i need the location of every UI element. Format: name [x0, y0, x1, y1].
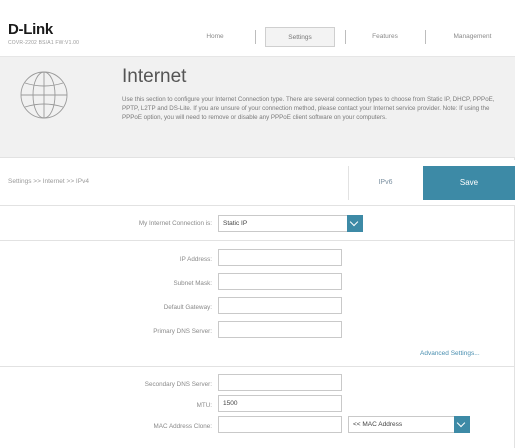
chevron-down-icon[interactable] — [454, 416, 470, 433]
save-button[interactable]: Save — [423, 166, 515, 200]
subnet-mask-input[interactable] — [218, 273, 342, 290]
secondary-dns-input[interactable] — [218, 374, 342, 391]
section-divider — [0, 366, 515, 367]
page-banner: Internet Use this section to configure y… — [0, 57, 515, 158]
mac-clone-label: MAC Address Clone: — [153, 423, 212, 430]
section-divider — [0, 240, 515, 241]
mtu-input[interactable]: 1500 — [218, 395, 342, 412]
nav-settings[interactable]: Settings — [265, 27, 335, 47]
connection-type-value: Static IP — [223, 220, 248, 227]
mac-clone-input[interactable] — [218, 416, 342, 433]
mac-address-select-value: << MAC Address — [353, 421, 403, 428]
model-info: COVR-2202 BS/A1 FW:V1.00 — [8, 40, 80, 46]
primary-dns-label: Primary DNS Server: — [153, 328, 212, 335]
nav-divider — [345, 30, 346, 44]
default-gateway-label: Default Gateway: — [163, 304, 212, 311]
connection-type-select[interactable]: Static IP — [218, 215, 363, 232]
breadcrumb-bar: Settings >> Internet >> IPv4 IPv6 Save — [0, 160, 515, 206]
ip-address-input[interactable] — [218, 249, 342, 266]
breadcrumb: Settings >> Internet >> IPv4 — [8, 178, 89, 185]
mac-address-select[interactable]: << MAC Address — [348, 416, 470, 433]
nav-divider — [425, 30, 426, 44]
nav-management[interactable]: Management — [435, 27, 510, 47]
nav-home[interactable]: Home — [180, 27, 250, 47]
ip-address-label: IP Address: — [179, 256, 212, 263]
chevron-down-icon[interactable] — [347, 215, 363, 232]
connection-type-label: My Internet Connection is: — [138, 220, 212, 227]
default-gateway-input[interactable] — [218, 297, 342, 314]
page-title: Internet — [122, 66, 187, 87]
advanced-settings-link[interactable]: Advanced Settings... — [420, 350, 480, 357]
logo: D-Link — [8, 21, 53, 38]
globe-icon — [20, 71, 68, 119]
page: D-Link COVR-2202 BS/A1 FW:V1.00 Home Set… — [0, 0, 515, 448]
main-nav: Home Settings Features Management — [180, 27, 510, 47]
nav-features[interactable]: Features — [350, 27, 420, 47]
page-description: Use this section to configure your Inter… — [122, 96, 495, 121]
header: D-Link COVR-2202 BS/A1 FW:V1.00 Home Set… — [0, 0, 515, 57]
mtu-label: MTU: — [196, 402, 212, 409]
ipv6-button[interactable]: IPv6 — [348, 166, 422, 200]
nav-divider — [255, 30, 256, 44]
secondary-dns-label: Secondary DNS Server: — [144, 381, 212, 388]
primary-dns-input[interactable] — [218, 321, 342, 338]
subnet-mask-label: Subnet Mask: — [173, 280, 212, 287]
